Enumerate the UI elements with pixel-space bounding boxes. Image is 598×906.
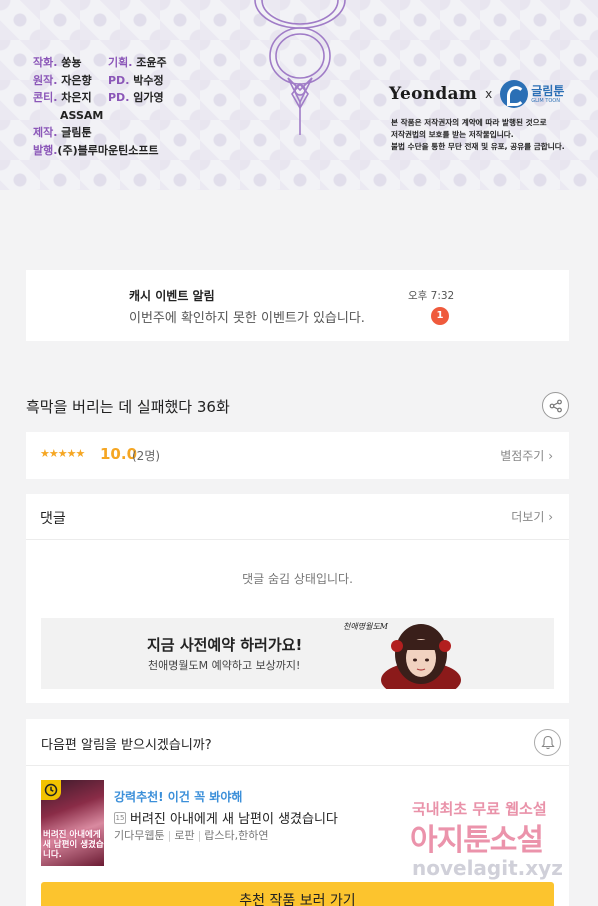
promo-game-logo: 천애명월도M	[343, 622, 388, 631]
glimtoon-name: 글림툰	[531, 83, 565, 98]
credit-value: 임가영	[133, 91, 164, 104]
glimtoon-wordmark: 글림툰 GLIM TOON	[531, 85, 564, 104]
alert-time: 오후 7:32	[408, 290, 455, 302]
meta-divider: |	[197, 829, 202, 842]
credit-key: 제작.	[33, 126, 58, 139]
yeondam-logo: Yeondam	[389, 84, 478, 104]
share-icon	[549, 399, 562, 412]
glimtoon-sub: GLIM TOON	[531, 97, 560, 104]
divider	[26, 765, 569, 766]
credit-row: ASSAM	[33, 107, 159, 125]
credits-right: 기획. 조윤주 PD. 박수정 PD. 임가영	[108, 54, 167, 107]
next-episode-question: 다음편 알림을 받으시겠습니까?	[41, 738, 212, 753]
work-meta-genre: 로판	[174, 829, 195, 842]
recommended-work-title[interactable]: 15 버려진 아내에게 새 남편이 생겼습니다	[114, 808, 338, 827]
work-meta: 기다무웹툰 | 로판 | 랍스타,한하연	[114, 827, 269, 843]
recommended-works-button[interactable]: 추천 작품 보러 가기	[41, 882, 554, 906]
ornament-emblem	[254, 0, 346, 135]
comments-hidden-message: 댓글 숨김 상태입니다.	[242, 572, 353, 586]
credit-value: 글림툰	[61, 126, 92, 139]
promo-subtitle: 천애명월도M 예약하고 보상까지!	[148, 659, 301, 672]
promo-banner[interactable]: 지금 사전예약 하러가요! 천애명월도M 예약하고 보상까지! 천애명월도M	[41, 618, 554, 689]
work-meta-type: 기다무웹툰	[114, 829, 165, 842]
credit-value: 쑹뇽	[61, 56, 82, 69]
glimtoon-logo: 글림툰 GLIM TOON	[500, 80, 564, 108]
promo-title: 지금 사전예약 하러가요!	[147, 636, 303, 654]
work-title-text: 버려진 아내에게 새 남편이 생겼습니다	[130, 812, 338, 827]
copyright-notice: 본 작품은 저작권자의 계약에 따라 발행된 것으로 저작권법의 보호를 받는 …	[391, 117, 565, 153]
credit-value: 자은향	[61, 73, 92, 87]
share-button[interactable]	[542, 392, 569, 419]
chevron-right-icon: ›	[548, 510, 553, 524]
credit-row: 제작. 글림툰	[33, 124, 159, 142]
credit-row: PD. 박수정	[108, 72, 167, 90]
alert-title: 캐시 이벤트 알림	[129, 289, 215, 303]
recommended-work-thumbnail[interactable]: 버려진 아내에게 새 남편이 생겼습니다.	[41, 780, 104, 866]
cash-event-alert[interactable]: 캐시 이벤트 알림 이번주에 확인하지 못한 이벤트가 있습니다. 오후 7:3…	[26, 270, 569, 341]
comments-card: 댓글 더보기 › 댓글 숨김 상태입니다. 지금 사전예약 하러가요! 천애명월…	[26, 494, 569, 703]
credit-key: PD.	[108, 73, 130, 87]
age-rating-badge: 15	[114, 811, 126, 824]
credits-banner: 작화. 쑹뇽 원작. 자은향 콘티. 차은지 ASSAM 제작. 글림툰 발행.…	[0, 0, 598, 190]
credit-value: 박수정	[133, 73, 164, 87]
credit-value: 차은지	[61, 91, 92, 104]
clock-icon	[41, 780, 61, 800]
rating-stars: ★★★★★	[40, 447, 85, 460]
brand-separator: x	[485, 87, 493, 101]
notice-line: 본 작품은 저작권자의 계약에 따라 발행된 것으로	[391, 118, 547, 127]
credit-value: 조윤주	[136, 56, 167, 69]
alert-badge: 1	[431, 307, 449, 325]
credit-key: 작화.	[33, 56, 58, 69]
credit-key: PD.	[108, 91, 130, 104]
meta-divider: |	[167, 829, 172, 842]
rate-button[interactable]: 별점주기 ›	[500, 447, 553, 464]
work-meta-authors: 랍스타,한하연	[204, 829, 269, 842]
credit-key: 원작.	[33, 73, 58, 87]
recommend-label: 강력추천! 이건 꼭 봐야해	[114, 790, 243, 804]
credit-row: PD. 임가영	[108, 89, 167, 107]
notification-bell-button[interactable]	[534, 729, 561, 756]
credit-row: 발행.(주)블루마운틴소프트	[33, 142, 159, 160]
comments-header: 댓글 더보기 ›	[26, 494, 569, 540]
episode-title: 흑막을 버리는 데 실패했다 36화	[26, 398, 230, 416]
rate-label: 별점주기	[500, 449, 545, 463]
next-episode-card: 다음편 알림을 받으시겠습니까? 버려진 아내에게 새 남편이 생겼습니다. 강…	[26, 719, 569, 906]
comments-more-button[interactable]: 더보기 ›	[511, 508, 553, 525]
credit-key: 기획.	[108, 56, 133, 69]
comments-label: 댓글	[40, 511, 66, 527]
chevron-right-icon: ›	[548, 449, 553, 463]
thumbnail-title: 버려진 아내에게 새 남편이 생겼습니다.	[43, 830, 104, 860]
glimtoon-icon	[500, 80, 529, 108]
alert-message: 이번주에 확인하지 못한 이벤트가 있습니다.	[129, 311, 365, 326]
rating-count: (2명)	[132, 449, 161, 463]
notice-line: 불법 수단을 통한 무단 전재 및 유포, 공유를 금합니다.	[391, 142, 565, 151]
credit-key: 콘티.	[33, 91, 58, 104]
credit-row: 기획. 조윤주	[108, 54, 167, 72]
credit-key: 발행.	[33, 143, 58, 157]
credit-value: (주)블루마운틴소프트	[57, 143, 159, 157]
notice-line: 저작권법의 보호를 받는 저작물입니다.	[391, 130, 514, 139]
publisher-brands: Yeondam x 글림툰 GLIM TOON	[389, 80, 564, 108]
rating-card: ★★★★★ 10.0 (2명) 별점주기 ›	[26, 432, 569, 479]
more-label: 더보기	[511, 510, 545, 524]
bell-icon	[540, 735, 555, 750]
credit-value: ASSAM	[60, 108, 104, 122]
